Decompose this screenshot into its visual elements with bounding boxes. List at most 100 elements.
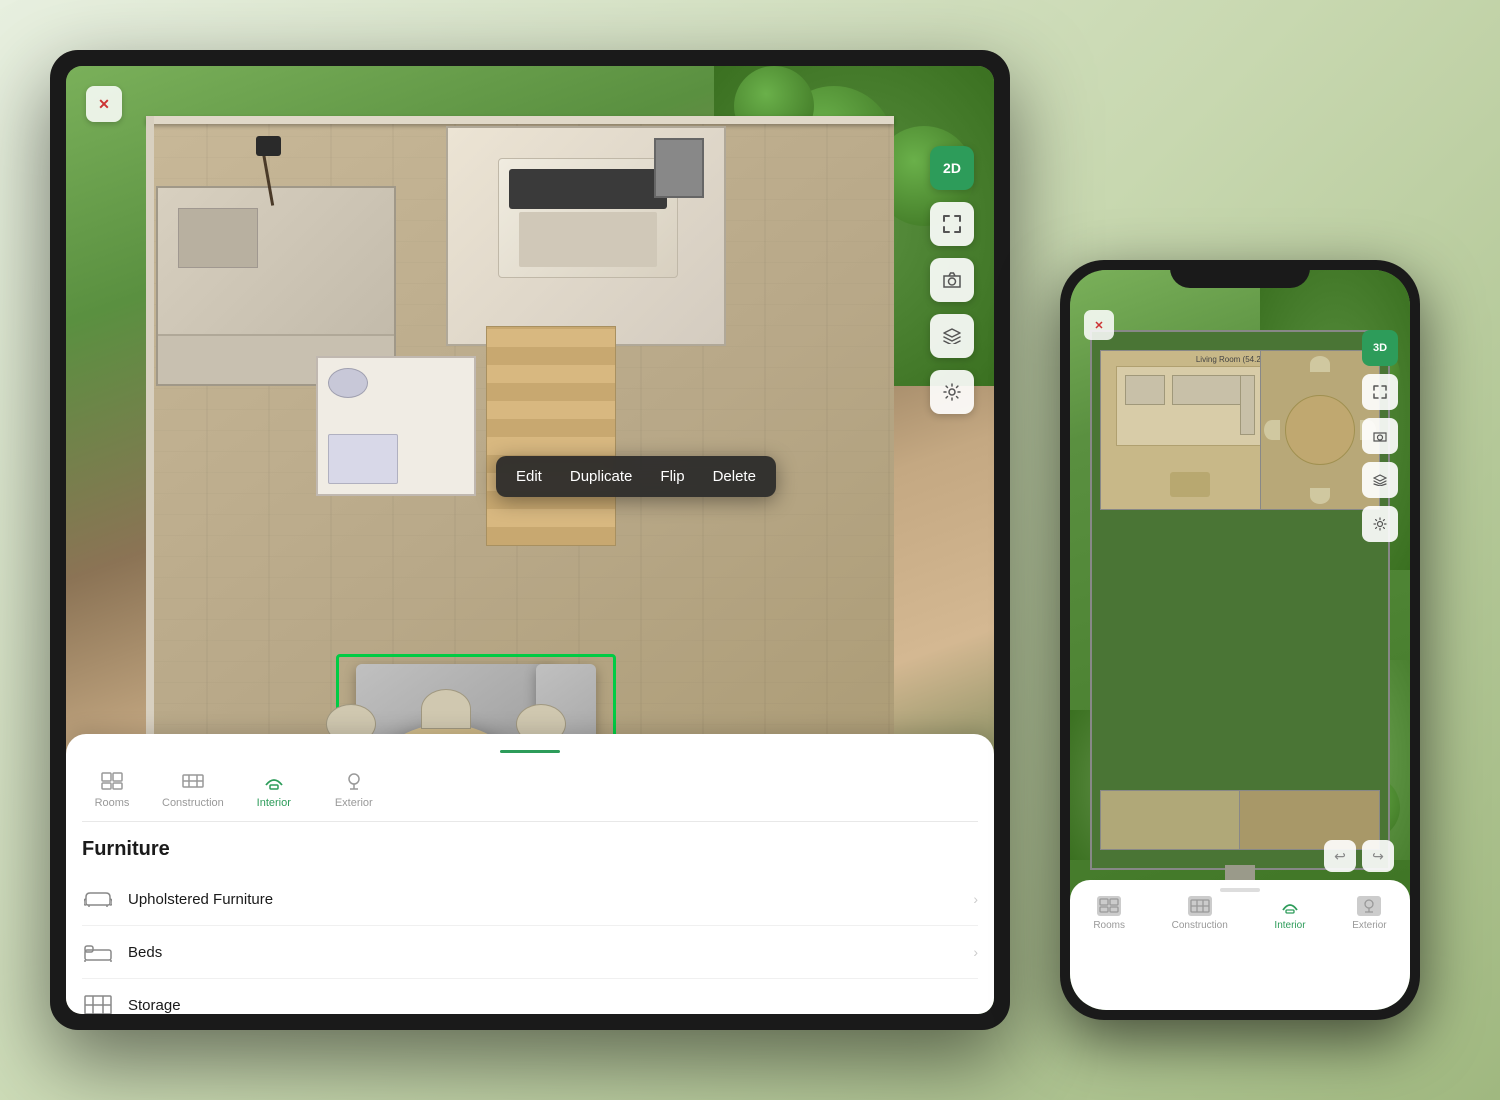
view-2d-button[interactable]: 2D: [930, 146, 974, 190]
phone-tab-construction[interactable]: Construction: [1172, 896, 1228, 931]
rooms-icon: [98, 769, 126, 793]
tablet-device: Edit Duplicate Flip Delete ✕ 2D: [50, 50, 1010, 1030]
upholstered-chevron: ›: [973, 891, 978, 907]
phone-tab-interior-label: Interior: [1274, 920, 1305, 931]
fp-chair-w: [1264, 420, 1280, 440]
furniture-list: Upholstered Furniture › Beds ›: [82, 873, 978, 1014]
tab-rooms[interactable]: Rooms: [82, 769, 142, 809]
phone-tab-rooms[interactable]: Rooms: [1093, 896, 1125, 931]
upholstered-icon: [82, 885, 114, 913]
phone-fullscreen-icon: [1373, 385, 1387, 399]
phone-tab-exterior[interactable]: Exterior: [1352, 896, 1386, 931]
fp-couch: [1116, 366, 1261, 446]
upholstered-label: Upholstered Furniture: [128, 891, 973, 908]
category-tabs: Rooms Construction Interior: [82, 769, 978, 822]
close-icon: ✕: [98, 96, 110, 113]
phone-close-button[interactable]: ✕: [1084, 310, 1114, 340]
phone-right-toolbar: 3D: [1362, 330, 1398, 542]
tablet-close-button[interactable]: ✕: [86, 86, 122, 122]
fp-sofa-main: [1172, 375, 1242, 405]
tab-rooms-label: Rooms: [95, 797, 130, 809]
layers-icon: [943, 328, 961, 344]
phone-tab-interior[interactable]: Interior: [1274, 896, 1305, 931]
toilet: [328, 368, 368, 398]
camera-icon: [943, 272, 961, 288]
phone-redo-button[interactable]: ↪: [1362, 840, 1394, 872]
phone-rooms-icon: [1097, 896, 1121, 916]
context-menu-duplicate[interactable]: Duplicate: [566, 466, 637, 487]
wall-art: [654, 138, 704, 198]
stairs-steps: [486, 326, 616, 546]
wall-lamp-body: [256, 136, 281, 156]
context-menu: Edit Duplicate Flip Delete: [496, 456, 776, 497]
tablet-screen: Edit Duplicate Flip Delete ✕ 2D: [66, 66, 994, 1014]
bed-mattress: [519, 212, 657, 267]
panel-drag-handle[interactable]: [500, 750, 560, 753]
fp-chair-n: [1310, 356, 1330, 372]
tablet-bottom-panel: Rooms Construction Interior: [66, 734, 994, 1014]
bathroom-area: [316, 356, 476, 496]
storage-icon: [82, 991, 114, 1014]
fp-room-bl: [1101, 791, 1240, 849]
phone-view-3d-button[interactable]: 3D: [1362, 330, 1398, 366]
tab-construction-label: Construction: [162, 797, 224, 809]
fp-dining-table-round: [1285, 395, 1355, 465]
bed-headboard: [509, 169, 667, 209]
storage-label: Storage: [128, 997, 978, 1014]
camera-button[interactable]: [930, 258, 974, 302]
phone-tab-construction-label: Construction: [1172, 920, 1228, 931]
tablet-right-toolbar: 2D: [930, 146, 974, 414]
chair-top: [421, 689, 471, 729]
phone-floorplan: Living Room (54.2 m²): [1090, 330, 1390, 870]
bedroom-area: [446, 126, 726, 346]
phone-drag-handle: [1220, 888, 1260, 892]
gear-icon: [943, 383, 961, 401]
phone-screen: Living Room (54.2 m²): [1070, 270, 1410, 1010]
fp-sofa-arm: [1240, 375, 1255, 435]
context-menu-delete[interactable]: Delete: [709, 466, 760, 487]
fp-chair-s: [1310, 488, 1330, 504]
furniture-section-title: Furniture: [82, 838, 978, 861]
furniture-item-storage[interactable]: Storage: [82, 979, 978, 1014]
phone-construction-icon: [1188, 896, 1212, 916]
tab-interior[interactable]: Interior: [244, 769, 304, 809]
scene-background: Edit Duplicate Flip Delete ✕ 2D: [0, 0, 1500, 1100]
construction-icon: [179, 769, 207, 793]
furniture-item-beds[interactable]: Beds ›: [82, 926, 978, 979]
beds-label: Beds: [128, 944, 973, 961]
tab-construction[interactable]: Construction: [162, 769, 224, 809]
phone-undo-redo-area: ↩ ↪: [1324, 840, 1394, 872]
furniture-item-upholstered[interactable]: Upholstered Furniture ›: [82, 873, 978, 926]
wall-top: [146, 116, 894, 124]
fullscreen-icon: [943, 215, 961, 233]
layers-button[interactable]: [930, 314, 974, 358]
phone-layers-icon: [1373, 474, 1387, 486]
phone-tab-rooms-label: Rooms: [1093, 920, 1125, 931]
phone-gear-icon: [1373, 517, 1387, 531]
context-menu-flip[interactable]: Flip: [656, 466, 688, 487]
phone-notch: [1170, 260, 1310, 288]
tab-interior-label: Interior: [257, 797, 291, 809]
bed-shape: [498, 158, 678, 278]
phone-tab-exterior-label: Exterior: [1352, 920, 1386, 931]
phone-undo-button[interactable]: ↩: [1324, 840, 1356, 872]
phone-layers-button[interactable]: [1362, 462, 1398, 498]
fp-side-table: [1170, 472, 1210, 497]
stairs-area: [486, 326, 616, 546]
settings-button[interactable]: [930, 370, 974, 414]
phone-device: Living Room (54.2 m²): [1060, 260, 1420, 1020]
phone-fullscreen-button[interactable]: [1362, 374, 1398, 410]
phone-settings-button[interactable]: [1362, 506, 1398, 542]
tab-exterior[interactable]: Exterior: [324, 769, 384, 809]
interior-icon: [260, 769, 288, 793]
tab-exterior-label: Exterior: [335, 797, 373, 809]
bathtub: [328, 434, 398, 484]
phone-camera-icon: [1373, 430, 1387, 442]
kitchen-appliance: [178, 208, 258, 268]
beds-icon: [82, 938, 114, 966]
context-menu-edit[interactable]: Edit: [512, 466, 546, 487]
phone-living-room: Living Room (54.2 m²): [1100, 350, 1280, 510]
phone-camera-button[interactable]: [1362, 418, 1398, 454]
beds-chevron: ›: [973, 944, 978, 960]
fullscreen-button[interactable]: [930, 202, 974, 246]
